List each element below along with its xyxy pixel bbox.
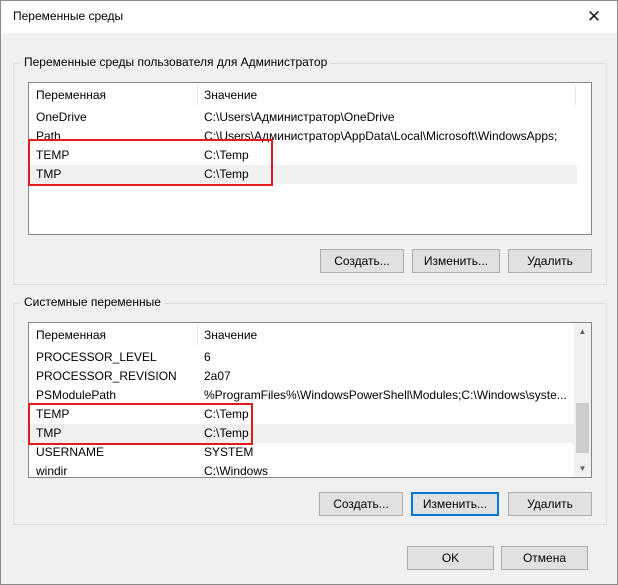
scroll-down-arrow[interactable]: ▼ [574,460,591,477]
system-variables-list[interactable]: Переменная Значение PROCESSOR_LEVEL 6 PR… [28,322,592,478]
user-edit-button[interactable]: Изменить... [412,249,500,273]
user-create-button[interactable]: Создать... [320,249,404,273]
triangle-down-icon: ▼ [578,464,587,473]
list-item[interactable]: Path C:\Users\Администратор\AppData\Loca… [29,127,577,146]
list-item[interactable]: TEMP C:\Temp [29,146,577,165]
list-item[interactable]: TMP C:\Temp [29,424,576,443]
list-item[interactable]: windir C:\Windows [29,462,576,477]
system-delete-button[interactable]: Удалить [508,492,592,516]
system-edit-button[interactable]: Изменить... [411,492,499,516]
close-icon: ✕ [586,7,602,26]
scroll-thumb[interactable] [576,403,589,453]
column-header-value[interactable]: Значение [197,83,573,107]
ok-button[interactable]: OK [407,546,494,570]
system-variables-group: Системные переменные Переменная Значение… [13,295,607,525]
user-variables-list[interactable]: Переменная Значение OneDrive C:\Users\Ад… [28,82,592,235]
scroll-up-arrow[interactable]: ▲ [574,323,591,340]
system-list-scrollbar[interactable]: ▲ ▼ [574,323,591,477]
system-list-header: Переменная Значение [29,323,576,347]
list-item[interactable]: PSModulePath %ProgramFiles%\WindowsPower… [29,386,576,405]
user-list-header: Переменная Значение [29,83,577,107]
close-button[interactable]: ✕ [571,1,617,33]
list-item[interactable]: USERNAME SYSTEM [29,443,576,462]
list-item[interactable]: PROCESSOR_LEVEL 6 [29,348,576,367]
system-variables-label: Системные переменные [21,295,164,309]
column-header-value[interactable]: Значение [197,323,573,347]
column-separator[interactable] [575,85,576,105]
list-item[interactable]: PROCESSOR_REVISION 2a07 [29,367,576,386]
environment-variables-dialog: Переменные среды ✕ Переменные среды поль… [0,0,618,585]
triangle-up-icon: ▲ [578,327,587,336]
column-header-variable[interactable]: Переменная [29,83,197,107]
list-item[interactable]: OneDrive C:\Users\Администратор\OneDrive [29,108,577,127]
cancel-button[interactable]: Отмена [501,546,588,570]
user-variables-label: Переменные среды пользователя для Админи… [21,55,331,69]
user-variables-group: Переменные среды пользователя для Админи… [13,55,607,285]
list-item[interactable]: TEMP C:\Temp [29,405,576,424]
window-title: Переменные среды [13,9,124,23]
list-item[interactable]: TMP C:\Temp [29,165,577,184]
user-delete-button[interactable]: Удалить [508,249,592,273]
system-create-button[interactable]: Создать... [319,492,403,516]
column-header-variable[interactable]: Переменная [29,323,197,347]
title-bar: Переменные среды ✕ [1,1,617,33]
